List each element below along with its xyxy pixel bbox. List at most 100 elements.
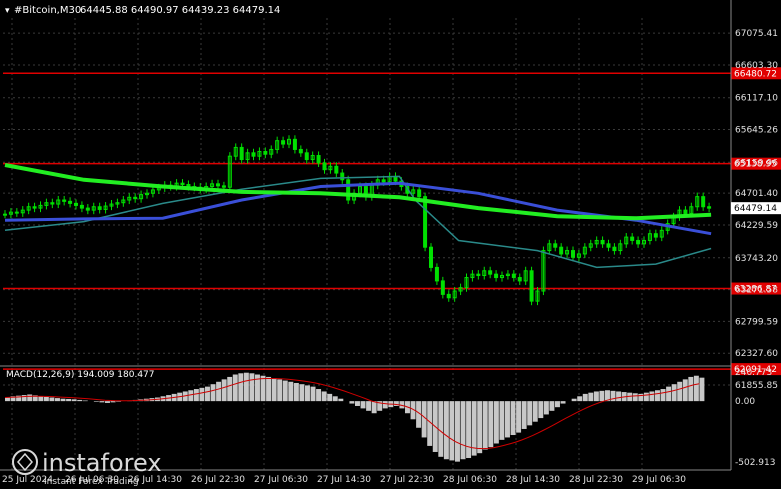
macd-bar <box>593 391 599 402</box>
macd-bar <box>649 391 655 402</box>
candle-body <box>701 196 706 208</box>
candle-body <box>50 202 55 205</box>
candle-body <box>346 179 351 201</box>
macd-bar <box>66 398 72 402</box>
macd-bar <box>671 384 677 402</box>
current-price-label: 64479.14 <box>734 204 777 214</box>
macd-bar <box>282 380 288 402</box>
macd-bar <box>332 396 338 402</box>
macd-bar <box>60 398 66 402</box>
candle-body <box>683 209 688 214</box>
macd-bar <box>582 393 588 402</box>
macd-tick-label: 0.00 <box>735 397 755 407</box>
price-tick-label: 66603.30 <box>735 61 778 71</box>
macd-bar <box>549 401 555 411</box>
price-tick-label: 63271.58 <box>735 286 778 296</box>
macd-bar <box>5 397 10 402</box>
time-tick-label: 28 Jul 14:30 <box>506 475 560 485</box>
macd-bar <box>71 399 77 402</box>
macd-bar <box>449 401 455 461</box>
candle-body <box>180 182 185 186</box>
candle-body <box>434 266 439 282</box>
macd-bar <box>210 384 216 402</box>
candle-body <box>239 146 244 161</box>
macd-bar <box>666 386 672 402</box>
macd-bar <box>355 401 360 406</box>
macd-bar <box>505 401 510 438</box>
candle-body <box>446 293 451 299</box>
candle-body <box>440 280 445 295</box>
macd-bar <box>305 385 310 402</box>
macd-bar <box>338 398 344 402</box>
macd-bar <box>538 401 544 419</box>
candle-body <box>529 270 534 302</box>
macd-bar <box>477 401 483 454</box>
macd-bar <box>482 401 488 450</box>
macd-bar <box>77 399 83 402</box>
macd-bar <box>38 396 44 402</box>
candle-body <box>600 239 605 245</box>
macd-bar <box>588 392 594 402</box>
macd-bar <box>43 396 49 402</box>
candle-body <box>340 172 345 181</box>
macd-bar <box>438 401 444 457</box>
moving-averages <box>4 163 712 269</box>
macd-bar <box>443 401 449 460</box>
price-tick-label: 62327.60 <box>735 349 778 359</box>
macd-bar <box>249 373 255 402</box>
price-tick-label: 63743.20 <box>735 254 778 264</box>
macd-bar <box>455 401 460 462</box>
candle-body <box>488 270 493 275</box>
ohlc-values: 64445.88 64490.97 64439.23 64479.14 <box>80 5 280 16</box>
macd-bar <box>193 389 199 402</box>
macd-bar <box>271 378 277 402</box>
macd-bar <box>277 379 283 402</box>
time-tick-label: 29 Jul 06:30 <box>632 475 686 485</box>
macd-bar <box>188 390 194 402</box>
symbol-label: #Bitcoin,M30 <box>14 5 81 16</box>
candle-body <box>251 152 256 157</box>
candle-body <box>79 204 84 209</box>
candle-body <box>68 200 73 204</box>
price-tick-label: 67075.41 <box>735 29 778 39</box>
macd-bar <box>55 398 60 402</box>
macd-bar <box>516 401 522 433</box>
macd-bar <box>660 389 666 402</box>
price-tick-label: 65645.26 <box>735 126 778 136</box>
macd-bar <box>382 401 388 409</box>
macd-bar <box>421 401 427 438</box>
candle-body <box>571 250 575 258</box>
macd-bar <box>205 386 210 402</box>
candle-body <box>62 199 67 202</box>
price-tick-label: 62799.59 <box>735 317 778 327</box>
brand-name: instaforex <box>42 449 162 477</box>
time-tick-label: 28 Jul 22:30 <box>569 475 623 485</box>
candle-body <box>517 277 522 282</box>
candle-body <box>334 165 339 174</box>
candle-body <box>606 243 611 248</box>
macd-bar <box>493 401 499 444</box>
candle-body <box>74 202 78 206</box>
macd-bar <box>560 401 566 404</box>
symbol-caret-icon[interactable]: ▾ <box>5 6 10 16</box>
macd-bar <box>499 401 505 440</box>
candle-body <box>429 246 433 268</box>
macd-bar <box>599 390 605 402</box>
candle-body <box>32 206 37 209</box>
macd-bar <box>227 376 233 402</box>
macd-bar <box>349 401 355 404</box>
macd-label: MACD(12,26,9) 194.009 180.477 <box>6 370 155 380</box>
time-tick-label: 26 Jul 22:30 <box>191 475 245 485</box>
candle-body <box>304 152 309 161</box>
candle-body <box>417 189 422 198</box>
macd-signal-line <box>4 378 700 450</box>
macd-bar <box>699 377 705 402</box>
price-chart[interactable]: 66480.7265138.9563286.8762091.42 67075.4… <box>0 0 781 489</box>
candle-body <box>511 273 516 279</box>
macd-bar <box>577 396 583 402</box>
macd-bar <box>321 391 327 402</box>
macd-bar <box>460 401 466 460</box>
candle-body <box>636 239 641 245</box>
macd-bar <box>510 401 516 436</box>
candle-body <box>85 207 90 211</box>
